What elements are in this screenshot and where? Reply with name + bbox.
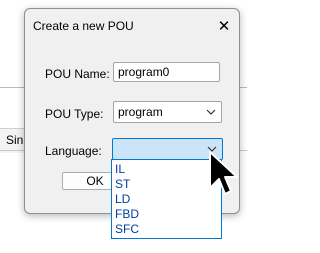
- language-option-ld[interactable]: LD: [112, 192, 221, 207]
- language-option-fbd[interactable]: FBD: [112, 207, 221, 222]
- close-icon: ✕: [217, 17, 231, 35]
- pou-name-input[interactable]: program0: [113, 62, 220, 82]
- pou-type-label: POU Type:: [45, 107, 104, 121]
- language-dropdown-list: IL ST LD FBD SFC: [111, 159, 222, 239]
- pou-name-label: POU Name:: [45, 67, 110, 81]
- language-option-st[interactable]: ST: [112, 177, 221, 192]
- language-option-sfc[interactable]: SFC: [112, 222, 221, 237]
- mouse-pointer-icon: [209, 151, 238, 195]
- close-button[interactable]: ✕: [215, 17, 233, 35]
- language-option-il[interactable]: IL: [112, 162, 221, 177]
- background-partial-text: Sin: [6, 133, 24, 147]
- chevron-down-icon: [206, 109, 216, 115]
- dialog-title: Create a new POU: [33, 19, 134, 33]
- pou-type-value: program: [118, 105, 163, 119]
- pou-type-select[interactable]: program: [113, 101, 222, 123]
- language-label: Language:: [45, 144, 102, 158]
